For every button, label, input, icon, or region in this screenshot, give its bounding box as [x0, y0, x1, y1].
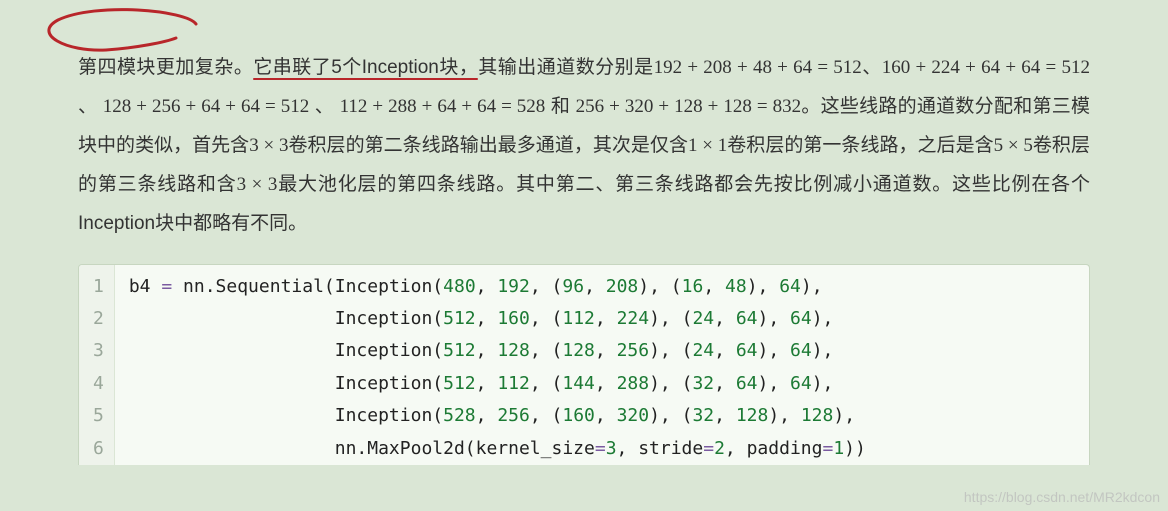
- text: 、: [78, 96, 103, 117]
- code-line-6: nn.MaxPool2d(kernel_size=3, stride=2, pa…: [129, 433, 1075, 465]
- text: 和: [545, 96, 575, 117]
- math-3x3: 3 × 3: [237, 174, 278, 195]
- text: 、: [309, 96, 339, 117]
- code-gutter: 1 2 3 4 5 6: [79, 265, 115, 465]
- code-line-2: Inception(512, 160, (112, 224), (24, 64)…: [129, 303, 1075, 335]
- math-1x1: 1 × 1: [688, 135, 727, 156]
- underlined-span: 它串联了5个Inception块，: [253, 57, 478, 78]
- eq-1: 192 + 208 + 48 + 64 = 512: [654, 57, 862, 78]
- watermark-text: https://blog.csdn.net/MR2kdcon: [964, 489, 1160, 505]
- paragraph-module4: 第四模块更加复杂。它串联了5个Inception块，其输出通道数分别是192 +…: [78, 49, 1090, 244]
- code-block: 1 2 3 4 5 6 b4 = nn.Sequential(Inception…: [78, 264, 1090, 465]
- eq-4: 112 + 288 + 64 + 64 = 528: [340, 96, 546, 117]
- line-number: 4: [93, 368, 104, 400]
- line-number: 1: [93, 271, 104, 303]
- code-content[interactable]: b4 = nn.Sequential(Inception(480, 192, (…: [115, 265, 1089, 465]
- text: 第四模块更加复杂。: [78, 57, 253, 78]
- line-number: 6: [93, 433, 104, 465]
- text: 其输出通道数分别是: [478, 57, 653, 78]
- text: 卷积层的第二条线路输出最多通道，其次是仅含: [288, 135, 688, 156]
- eq-3: 128 + 256 + 64 + 64 = 512: [103, 96, 309, 117]
- eq-2: 160 + 224 + 64 + 64 = 512: [882, 57, 1090, 78]
- code-line-5: Inception(528, 256, (160, 320), (32, 128…: [129, 400, 1075, 432]
- math-3x3: 3 × 3: [249, 135, 288, 156]
- eq-5: 256 + 320 + 128 + 128 = 832: [576, 96, 801, 117]
- math-5x5: 5 × 5: [994, 135, 1033, 156]
- article-body: 第四模块更加复杂。它串联了5个Inception块，其输出通道数分别是192 +…: [0, 0, 1168, 244]
- code-line-4: Inception(512, 112, (144, 288), (32, 64)…: [129, 368, 1075, 400]
- line-number: 5: [93, 400, 104, 432]
- line-number: 2: [93, 303, 104, 335]
- text: 卷积层的第一条线路，之后是含: [727, 135, 993, 156]
- text: 、: [862, 57, 882, 78]
- line-number: 3: [93, 335, 104, 367]
- code-line-3: Inception(512, 128, (128, 256), (24, 64)…: [129, 335, 1075, 367]
- code-line-1: b4 = nn.Sequential(Inception(480, 192, (…: [129, 271, 1075, 303]
